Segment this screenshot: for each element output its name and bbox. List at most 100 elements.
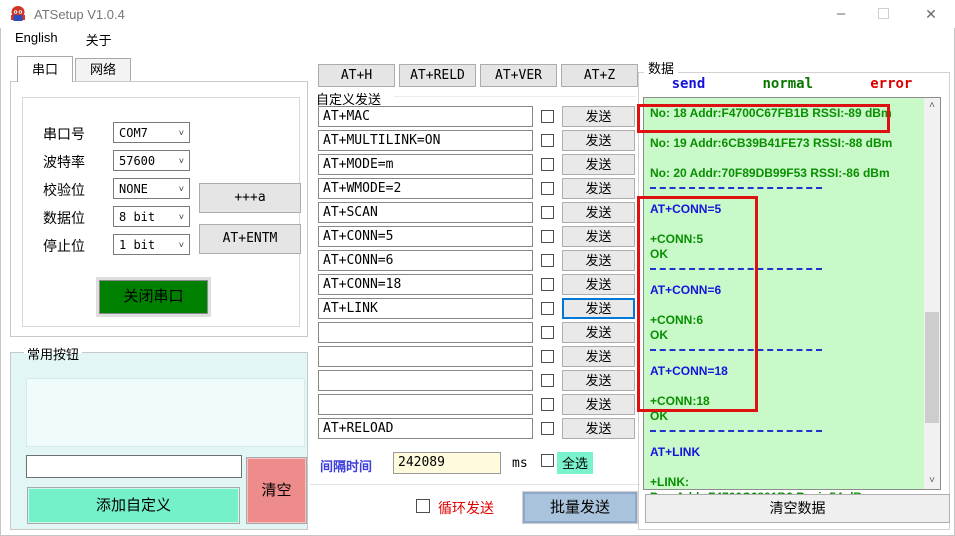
log-line: AT+CONN=6 <box>650 283 918 298</box>
command-input[interactable]: AT+MULTILINK=ON <box>318 130 533 151</box>
common-buttons-list <box>26 378 305 447</box>
maximize-button[interactable] <box>866 0 900 28</box>
data-log-lines: No: 18 Addr:F4700C67FB1B RSSI:-89 dBmNo:… <box>650 106 918 505</box>
setting-dropdown[interactable]: 1 bit ˅ <box>113 234 190 255</box>
custom-send-row: 发送 <box>318 370 638 394</box>
dropdown-value: 8 bit <box>119 210 155 224</box>
command-checkbox[interactable] <box>541 398 554 411</box>
scroll-up-icon[interactable]: ˄ <box>924 98 940 114</box>
command-checkbox[interactable] <box>541 134 554 147</box>
command-input[interactable]: AT+CONN=18 <box>318 274 533 295</box>
setting-dropdown[interactable]: COM7 ˅ <box>113 122 190 143</box>
send-button[interactable]: 发送 <box>562 298 635 319</box>
tab[interactable]: 网络 <box>75 58 131 81</box>
command-checkbox[interactable] <box>541 278 554 291</box>
command-checkbox[interactable] <box>541 350 554 363</box>
minimize-button[interactable]: – <box>824 0 858 28</box>
send-button[interactable]: 发送 <box>562 394 635 415</box>
custom-send-row: AT+SCAN 发送 <box>318 202 638 226</box>
exit-transparent-mode-button[interactable]: +++a <box>199 183 301 213</box>
send-button[interactable]: 发送 <box>562 226 635 247</box>
command-checkbox[interactable] <box>541 230 554 243</box>
command-input[interactable]: AT+RELOAD <box>318 418 533 439</box>
log-line: +CONN:5 <box>650 232 918 247</box>
select-all-checkbox[interactable] <box>541 454 554 467</box>
send-button[interactable]: 发送 <box>562 274 635 295</box>
close-button[interactable]: ✕ <box>914 0 948 28</box>
send-button[interactable]: 发送 <box>562 346 635 367</box>
clear-data-button[interactable]: 清空数据 <box>645 494 950 523</box>
tab[interactable]: 串口 <box>17 56 73 82</box>
command-input[interactable]: AT+MAC <box>318 106 533 127</box>
close-serial-button[interactable]: 关闭串口 <box>99 280 208 314</box>
custom-send-row: AT+MULTILINK=ON 发送 <box>318 130 638 154</box>
send-button[interactable]: 发送 <box>562 106 635 127</box>
send-button[interactable]: 发送 <box>562 322 635 343</box>
send-button[interactable]: 发送 <box>562 178 635 199</box>
send-button[interactable]: 发送 <box>562 418 635 439</box>
clear-custom-button[interactable]: 清空 <box>246 457 307 524</box>
command-input[interactable]: AT+SCAN <box>318 202 533 223</box>
command-input[interactable] <box>318 322 533 343</box>
send-button[interactable]: 发送 <box>562 250 635 271</box>
scrollbar-thumb[interactable] <box>925 312 939 423</box>
command-checkbox[interactable] <box>541 110 554 123</box>
command-input[interactable]: AT+WMODE=2 <box>318 178 533 199</box>
batch-send-button[interactable]: 批量发送 <box>523 492 637 523</box>
interval-unit: ms <box>512 456 528 471</box>
command-input[interactable]: AT+LINK <box>318 298 533 319</box>
quick-command-button[interactable]: AT+H <box>318 64 395 87</box>
command-input[interactable]: AT+CONN=5 <box>318 226 533 247</box>
chevron-down-icon: ˅ <box>179 128 184 138</box>
scroll-down-icon[interactable]: ˅ <box>924 473 940 489</box>
setting-dropdown[interactable]: 57600 ˅ <box>113 150 190 171</box>
log-line: AT+CONN=18 <box>650 364 918 379</box>
serial-setting-row: 串口号 COM7 ˅ <box>43 122 293 150</box>
command-input[interactable] <box>318 370 533 391</box>
log-line: No: 18 Addr:F4700C67FB1B RSSI:-89 dBm <box>650 106 918 121</box>
command-checkbox[interactable] <box>541 422 554 435</box>
add-custom-button[interactable]: 添加自定义 <box>27 487 240 524</box>
send-button[interactable]: 发送 <box>562 154 635 175</box>
chevron-down-icon: ˅ <box>179 212 184 222</box>
menu-item[interactable]: English <box>15 30 58 49</box>
log-scrollbar[interactable]: ˄ ˅ <box>924 98 940 489</box>
command-checkbox[interactable] <box>541 254 554 267</box>
command-checkbox[interactable] <box>541 206 554 219</box>
custom-send-rows: AT+MAC 发送 AT+MULTILINK=ON 发送 AT+MODE=m 发… <box>318 106 638 442</box>
divider <box>310 484 640 485</box>
custom-command-input[interactable] <box>26 455 242 478</box>
command-input[interactable]: AT+CONN=6 <box>318 250 533 271</box>
custom-send-row: 发送 <box>318 346 638 370</box>
setting-dropdown[interactable]: 8 bit ˅ <box>113 206 190 227</box>
quick-command-button[interactable]: AT+VER <box>480 64 557 87</box>
custom-send-row: AT+CONN=6 发送 <box>318 250 638 274</box>
command-checkbox[interactable] <box>541 326 554 339</box>
quick-command-button[interactable]: AT+Z <box>561 64 638 87</box>
menu-bar: English 关于 <box>15 30 112 49</box>
command-checkbox[interactable] <box>541 158 554 171</box>
log-line <box>650 379 918 394</box>
command-input[interactable] <box>318 346 533 367</box>
at-entm-button[interactable]: AT+ENTM <box>199 224 301 254</box>
log-legend: sendnormalerror <box>643 76 941 92</box>
command-input[interactable] <box>318 394 533 415</box>
log-line: AT+CONN=5 <box>650 202 918 217</box>
dropdown-value: NONE <box>119 182 148 196</box>
command-checkbox[interactable] <box>541 182 554 195</box>
interval-input[interactable]: 242089 <box>393 452 501 474</box>
custom-send-row: AT+CONN=5 发送 <box>318 226 638 250</box>
loop-send-checkbox[interactable] <box>416 499 430 513</box>
quick-command-button[interactable]: AT+RELD <box>399 64 476 87</box>
legend-item: normal <box>762 76 813 92</box>
send-button[interactable]: 发送 <box>562 130 635 151</box>
custom-send-row: AT+CONN=18 发送 <box>318 274 638 298</box>
setting-dropdown[interactable]: NONE ˅ <box>113 178 190 199</box>
command-input[interactable]: AT+MODE=m <box>318 154 533 175</box>
command-checkbox[interactable] <box>541 374 554 387</box>
send-button[interactable]: 发送 <box>562 370 635 391</box>
send-button[interactable]: 发送 <box>562 202 635 223</box>
serial-setting-row: 波特率 57600 ˅ <box>43 150 293 178</box>
command-checkbox[interactable] <box>541 302 554 315</box>
menu-item[interactable]: 关于 <box>86 30 112 49</box>
